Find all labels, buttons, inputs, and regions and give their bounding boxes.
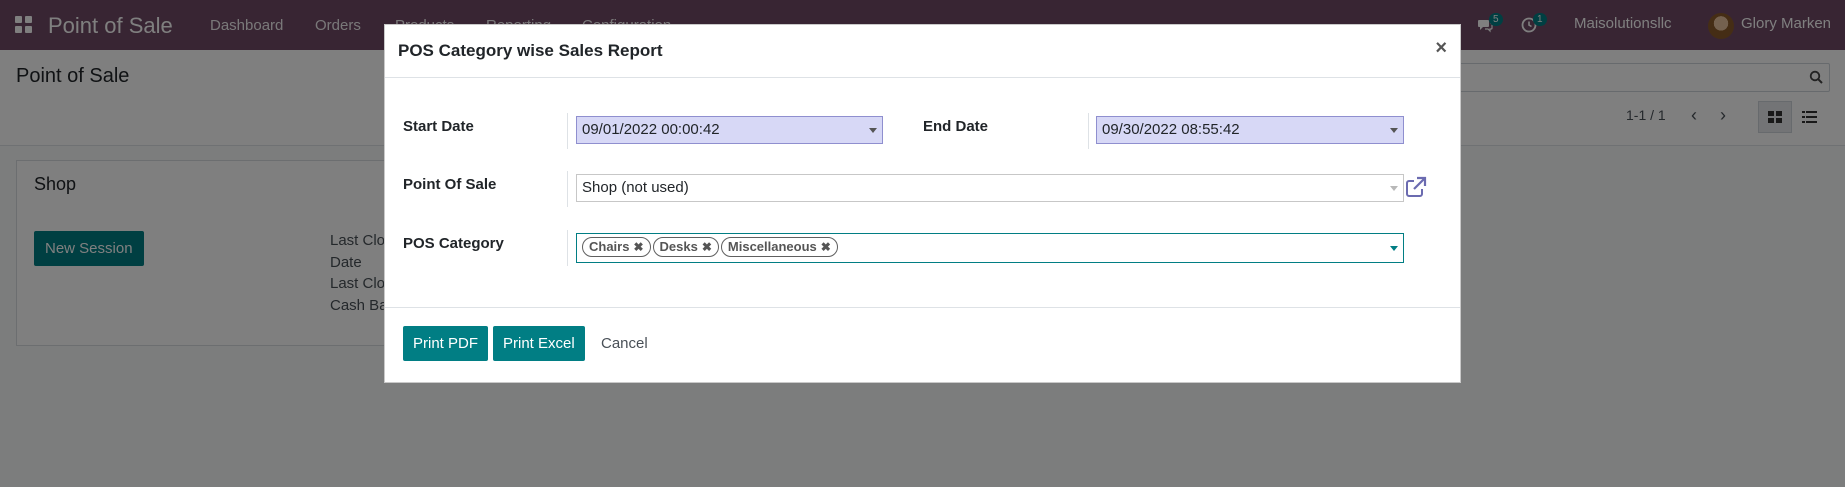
end-date-field[interactable]: 09/30/2022 08:55:42 (1096, 116, 1404, 144)
remove-tag-icon[interactable]: ✖ (702, 240, 712, 254)
end-date-value: 09/30/2022 08:55:42 (1102, 121, 1240, 138)
category-tag: Desks ✖ (652, 237, 719, 257)
start-date-label: Start Date (403, 118, 474, 135)
point-of-sale-value: Shop (not used) (582, 179, 689, 196)
category-tag-label: Chairs (589, 239, 630, 254)
print-pdf-button[interactable]: Print PDF (403, 326, 489, 361)
field-separator (567, 230, 568, 266)
start-date-field[interactable]: 09/01/2022 00:00:42 (576, 116, 883, 144)
category-tag-label: Miscellaneous (727, 239, 817, 254)
report-dialog: POS Category wise Sales Report × Start D… (384, 24, 1461, 383)
chevron-down-icon (1390, 186, 1398, 191)
category-tag-label: Desks (659, 239, 698, 254)
point-of-sale-select[interactable]: Shop (not used) (576, 174, 1404, 202)
start-date-value: 09/01/2022 00:00:42 (582, 121, 720, 138)
remove-tag-icon[interactable]: ✖ (821, 240, 831, 254)
dialog-header: POS Category wise Sales Report × (385, 25, 1460, 78)
print-excel-button[interactable]: Print Excel (493, 326, 585, 361)
pos-category-field[interactable]: Chairs ✖ Desks ✖ Miscellaneous ✖ (576, 233, 1404, 263)
dialog-footer: Print PDF Print Excel Cancel (385, 307, 1460, 383)
chevron-down-icon (1390, 128, 1398, 133)
category-tag: Chairs ✖ (582, 237, 651, 257)
field-separator (567, 113, 568, 149)
external-link-icon[interactable] (1405, 176, 1427, 198)
close-icon[interactable]: × (1435, 37, 1447, 60)
dialog-title: POS Category wise Sales Report (398, 41, 663, 60)
cancel-button[interactable]: Cancel (601, 335, 648, 352)
field-separator (1088, 113, 1089, 149)
remove-tag-icon[interactable]: ✖ (633, 240, 643, 254)
end-date-label: End Date (923, 118, 989, 135)
pos-category-label: POS Category (403, 235, 504, 252)
chevron-down-icon[interactable] (1390, 246, 1398, 251)
point-of-sale-label: Point Of Sale (403, 176, 497, 193)
field-separator (567, 171, 568, 207)
chevron-down-icon (869, 128, 877, 133)
category-tag: Miscellaneous ✖ (720, 237, 838, 257)
